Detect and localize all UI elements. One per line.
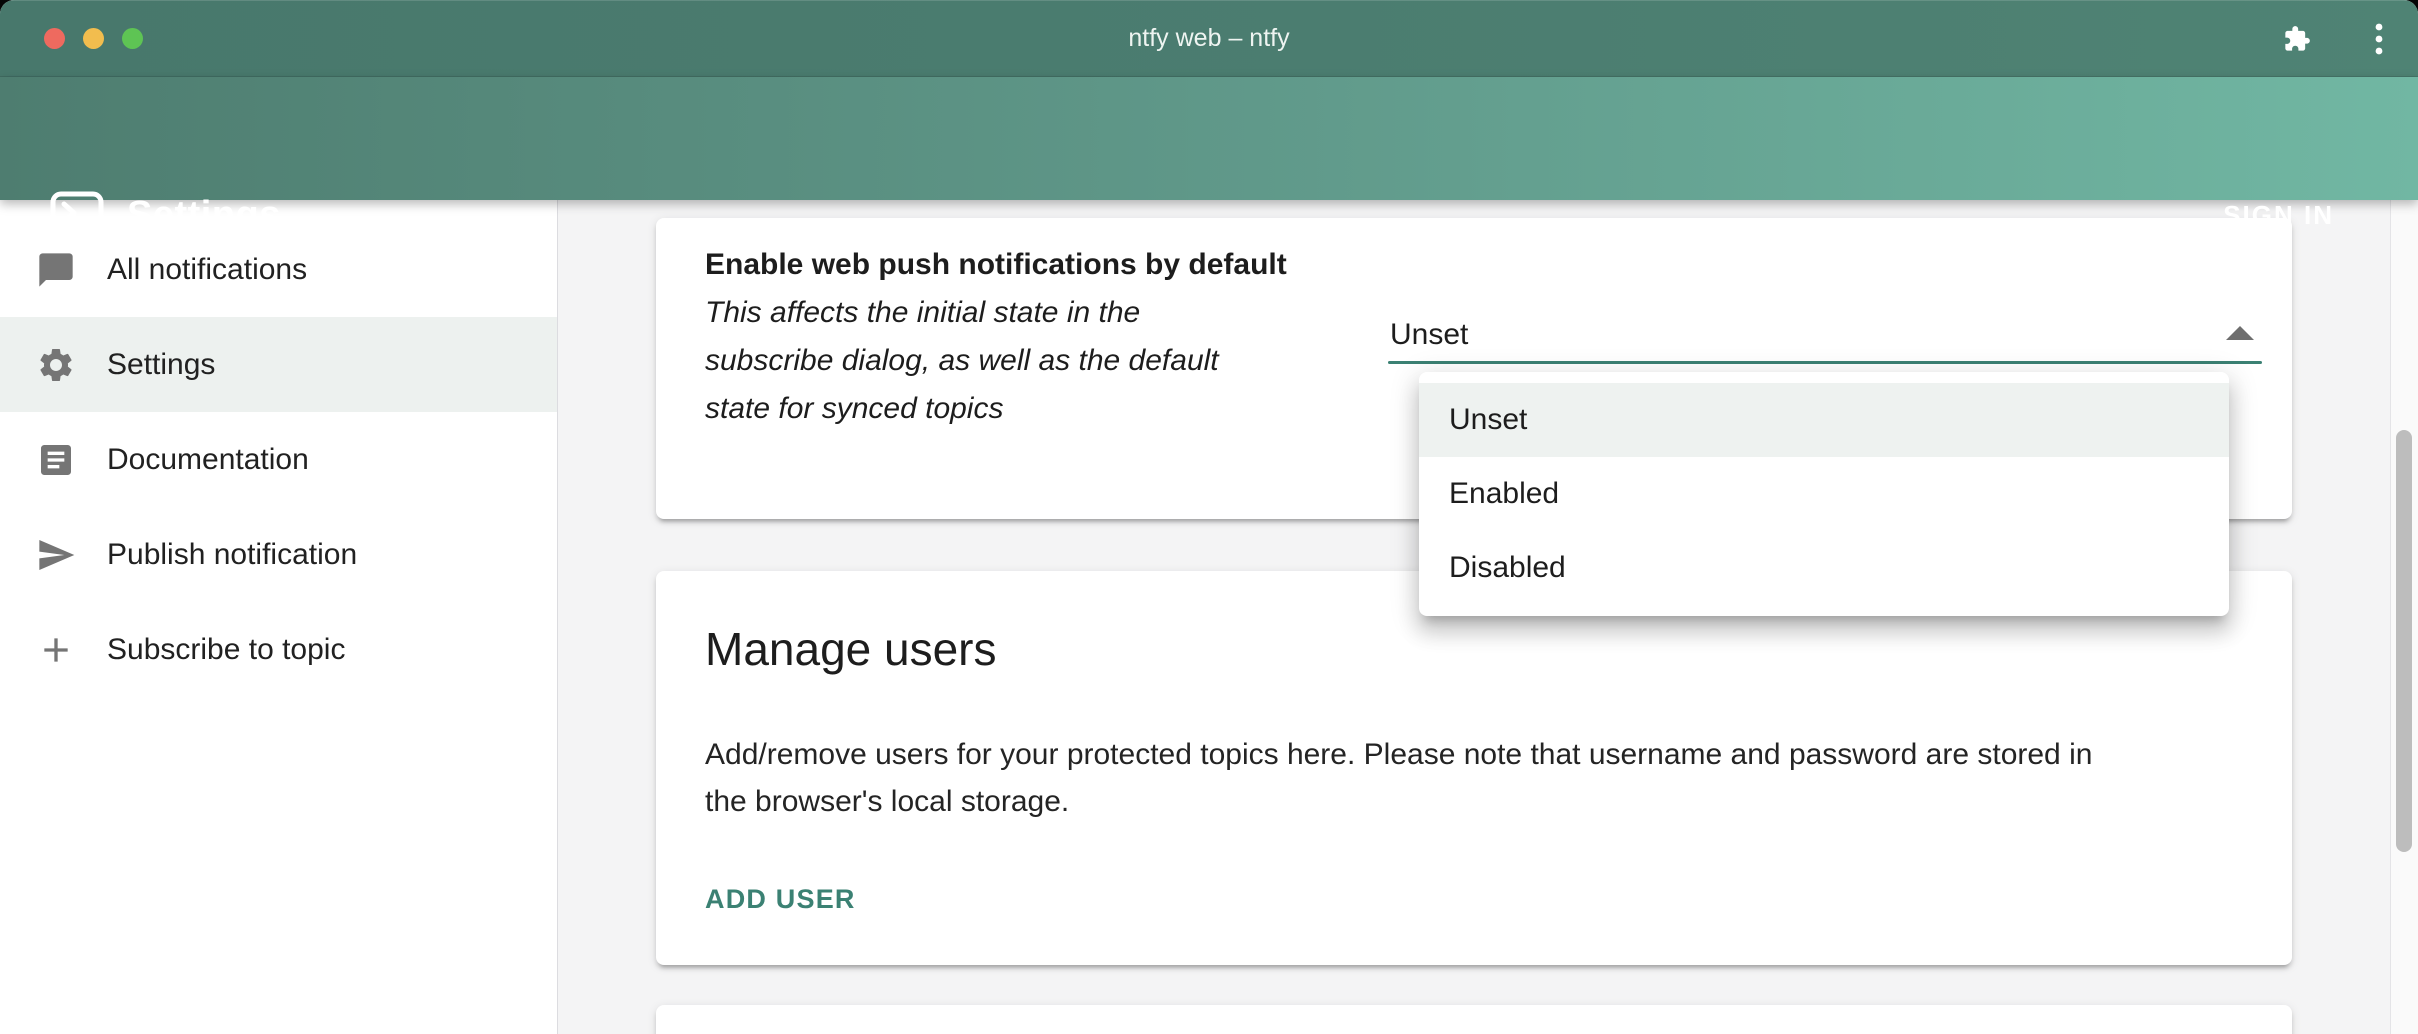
select-underline	[1388, 361, 2262, 364]
window-title: ntfy web – ntfy	[0, 0, 2418, 77]
menu-option-disabled[interactable]: Disabled	[1419, 531, 2229, 605]
add-user-button[interactable]: ADD USER	[703, 876, 868, 923]
manage-users-card: Manage users Add/remove users for your p…	[656, 571, 2292, 965]
web-push-select[interactable]: Unset	[1388, 308, 2266, 364]
sidebar-item-publish-notification[interactable]: Publish notification	[0, 507, 557, 602]
description-line: subscribe dialog, as well as the default	[705, 337, 1219, 385]
sidebar: All notifications Settings Documentation	[0, 200, 558, 1034]
article-icon	[36, 440, 76, 480]
next-card-partial	[656, 1005, 2292, 1034]
content: All notifications Settings Documentation	[0, 200, 2418, 1034]
select-value: Unset	[1390, 315, 1468, 355]
card-title: Manage users	[705, 622, 997, 676]
send-icon	[36, 535, 76, 575]
sidebar-item-label: Documentation	[107, 443, 309, 477]
plus-icon	[36, 630, 76, 670]
sidebar-item-subscribe-to-topic[interactable]: Subscribe to topic	[0, 602, 557, 697]
gear-icon	[36, 345, 76, 385]
puzzle-icon[interactable]	[2283, 25, 2311, 53]
sign-in-button[interactable]: SIGN IN	[2223, 154, 2334, 277]
browser-window: ntfy web – ntfy Settings SIGN	[0, 0, 2418, 1034]
appbar: Settings SIGN IN	[0, 77, 2418, 200]
body-line: the browser's local storage.	[705, 778, 2092, 825]
select-dropdown-menu: Unset Enabled Disabled	[1419, 372, 2229, 616]
body-line: Add/remove users for your protected topi…	[705, 731, 2092, 778]
sidebar-item-label: Settings	[107, 348, 215, 382]
setting-title: Enable web push notifications by default	[705, 241, 1287, 289]
main-panel: Enable web push notifications by default…	[558, 200, 2418, 1034]
scrollbar-thumb[interactable]	[2396, 430, 2412, 852]
arrow-drop-up-icon	[2226, 326, 2254, 340]
menu-option-unset[interactable]: Unset	[1419, 383, 2229, 457]
chat-bubble-icon	[36, 250, 76, 290]
screen: ntfy web – ntfy Settings SIGN	[0, 0, 2418, 1034]
description-line: This affects the initial state in the	[705, 289, 1219, 337]
menu-option-enabled[interactable]: Enabled	[1419, 457, 2229, 531]
sidebar-item-documentation[interactable]: Documentation	[0, 412, 557, 507]
description-line: state for synced topics	[705, 385, 1219, 433]
sidebar-item-label: Subscribe to topic	[107, 633, 345, 667]
titlebar: ntfy web – ntfy	[0, 0, 2418, 77]
sidebar-item-label: Publish notification	[107, 538, 357, 572]
card-body: Add/remove users for your protected topi…	[705, 731, 2092, 825]
sidebar-item-settings[interactable]: Settings	[0, 317, 557, 412]
kebab-menu-icon[interactable]	[2372, 22, 2386, 56]
scrollbar-track[interactable]	[2390, 200, 2418, 1034]
page-title: Settings	[127, 154, 281, 277]
setting-description: This affects the initial state in the su…	[705, 289, 1219, 433]
ntfy-logo-icon	[49, 190, 105, 244]
